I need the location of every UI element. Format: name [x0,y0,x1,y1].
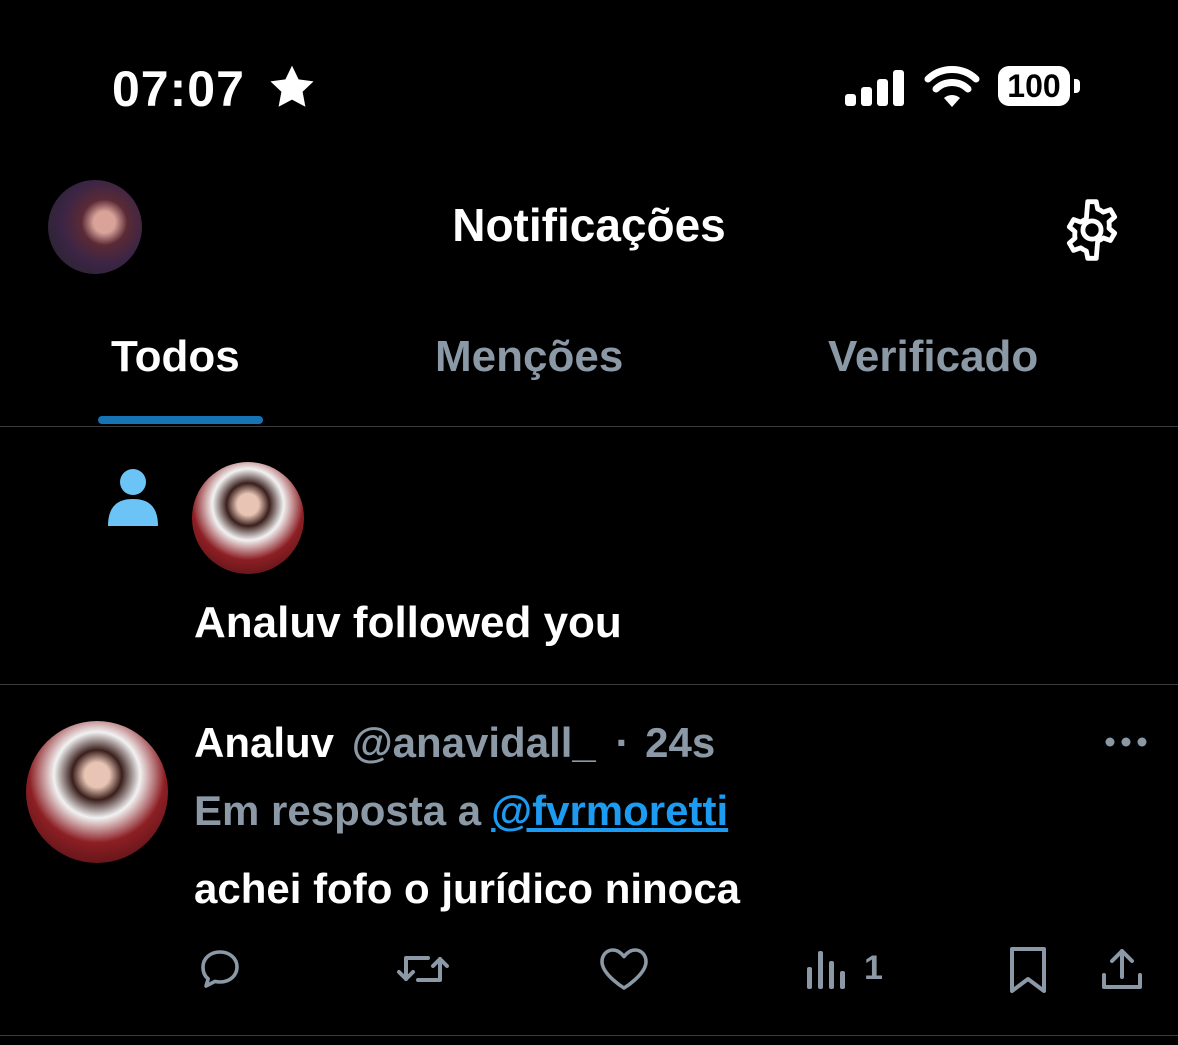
reply-prefix: Em resposta a [194,787,482,834]
reply-notification[interactable]: Analuv @anavidall_ · 24s Em resposta a @f… [0,685,1178,1036]
like-icon[interactable] [598,945,650,998]
reply-icon[interactable] [196,945,244,998]
more-options-icon[interactable] [1104,735,1148,754]
battery-level: 100 [1007,68,1061,104]
battery-tip [1074,79,1080,93]
tweet-time: 24s [645,719,716,766]
tweet-header: Analuv @anavidall_ · 24s [194,719,715,767]
reply-context: Em resposta a @fvrmoretti [194,787,728,835]
follow-notification[interactable]: Analuv followed you [0,426,1178,685]
reply-to-mention[interactable]: @fvrmoretti [491,787,728,834]
author-avatar[interactable] [26,721,168,863]
status-time: 07:07 [112,61,245,117]
author-handle[interactable]: @anavidall_ [352,719,596,766]
active-tab-indicator [98,416,263,424]
signal-icon [845,70,905,111]
header: Notificações [0,170,1178,285]
page-title: Notificações [452,199,726,251]
share-icon[interactable] [1098,945,1146,998]
tab-todos[interactable]: Todos [111,332,240,382]
author-name[interactable]: Analuv [194,719,334,766]
notification-tabs: Todos Menções Verificado [0,320,1178,427]
battery-icon: 100 [998,66,1070,106]
retweet-icon[interactable] [396,945,450,998]
views-count: 1 [864,949,883,987]
tab-verificado[interactable]: Verificado [828,332,1038,382]
tweet-text: achei fofo o jurídico ninoca [194,865,741,912]
separator-dot: · [615,719,630,766]
wifi-icon [924,66,980,113]
tab-mencoes[interactable]: Menções [435,332,623,382]
bookmark-icon[interactable] [1008,945,1048,1000]
person-icon [106,468,160,531]
follower-avatar[interactable] [192,462,304,574]
gear-icon[interactable] [1058,196,1126,269]
follow-text: Analuv followed you [194,598,622,647]
status-bar: 07:07 100 [0,0,1178,150]
star-icon [268,64,316,115]
views-icon[interactable] [806,945,848,994]
